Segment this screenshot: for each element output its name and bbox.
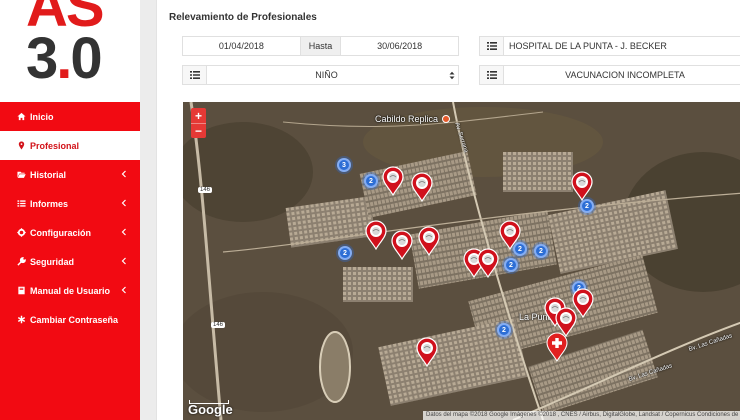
marker-cluster[interactable]: 2 (534, 244, 548, 258)
folder-open-icon (16, 170, 26, 180)
patient-pin-icon[interactable] (365, 220, 387, 250)
sidebar-nav: Inicio Profesional Historial Informes Co… (0, 102, 140, 420)
page-title: Relevamiento de Profesionales (169, 12, 317, 23)
chevron-left-icon (121, 257, 126, 265)
place-marker-icon (442, 115, 450, 123)
hospital-select[interactable]: HOSPITAL DE LA PUNTA - J. BECKER (479, 36, 740, 56)
home-icon (16, 112, 26, 122)
logo-line-2: 3.0 (26, 26, 103, 91)
hospital-pin-icon[interactable] (546, 332, 568, 362)
sidebar-item-informes[interactable]: Informes (0, 189, 140, 218)
sidebar-item-label: Informes (30, 198, 69, 209)
list-icon (480, 37, 504, 55)
select-arrows-icon (446, 66, 458, 84)
condition-select[interactable]: VACUNACION INCOMPLETA (479, 65, 740, 85)
sidebar-item-label: Configuración (30, 227, 91, 238)
cog-icon (16, 228, 26, 238)
map-marker-icon (16, 141, 26, 151)
sidebar-item-label: Cambiar Contraseña (30, 314, 119, 325)
condition-value: VACUNACION INCOMPLETA (565, 70, 685, 80)
marker-cluster[interactable]: 2 (504, 258, 518, 272)
list-icon (183, 66, 207, 84)
date-from-input[interactable]: 01/04/2018 (183, 41, 300, 51)
chevron-left-icon (121, 228, 126, 236)
marker-cluster[interactable]: 2 (338, 246, 352, 260)
marker-cluster[interactable]: 3 (337, 158, 351, 172)
map-attribution: Datos del mapa ©2018 Google Imágenes ©20… (423, 411, 740, 420)
road-badge-146: 146 (198, 187, 213, 193)
patient-pin-icon[interactable] (411, 172, 433, 202)
sidebar-item-manual[interactable]: Manual de Usuario (0, 276, 140, 305)
hasta-label: Hasta (299, 37, 342, 55)
sidebar-item-label: Profesional (30, 140, 80, 151)
chevron-left-icon (121, 286, 126, 294)
date-to-input[interactable]: 30/06/2018 (341, 41, 458, 51)
sidebar-item-configuracion[interactable]: Configuración (0, 218, 140, 247)
patient-pin-icon[interactable] (391, 230, 413, 260)
zoom-controls: + − (191, 108, 206, 138)
sidebar: AS 3.0 Inicio Profesional Historial Info… (0, 0, 140, 420)
patient-pin-icon[interactable] (418, 226, 440, 256)
zoom-in-button[interactable]: + (191, 108, 206, 123)
zoom-out-button[interactable]: − (191, 123, 206, 138)
sidebar-item-historial[interactable]: Historial (0, 160, 140, 189)
date-range-group: 01/04/2018 Hasta 30/06/2018 (182, 36, 459, 56)
chevron-left-icon (121, 199, 126, 207)
patient-pin-icon[interactable] (416, 337, 438, 367)
patient-pin-icon[interactable] (499, 220, 521, 250)
patient-pin-icon[interactable] (477, 248, 499, 278)
hospital-select-value: HOSPITAL DE LA PUNTA - J. BECKER (509, 41, 667, 51)
age-group-value: NIÑO (315, 70, 338, 80)
main-content: Relevamiento de Profesionales 01/04/2018… (140, 0, 740, 420)
relevamiento-panel: Relevamiento de Profesionales 01/04/2018… (156, 0, 740, 420)
patient-pin-icon[interactable] (382, 166, 404, 196)
list-icon (16, 199, 26, 209)
book-icon (16, 286, 26, 296)
sidebar-item-seguridad[interactable]: Seguridad (0, 247, 140, 276)
google-logo: Google (188, 402, 233, 417)
road-badge-146: 146 (211, 322, 226, 328)
sidebar-item-label: Seguridad (30, 256, 75, 267)
marker-cluster[interactable]: 2 (580, 199, 594, 213)
sidebar-item-label: Inicio (30, 111, 54, 122)
place-label-cabildo: Cabildo Replica (375, 114, 439, 124)
sidebar-item-profesional[interactable]: Profesional (0, 131, 140, 160)
logo: AS 3.0 (0, 0, 140, 102)
sidebar-item-label: Historial (30, 169, 67, 180)
wrench-icon (16, 257, 26, 267)
patient-pin-icon[interactable] (571, 171, 593, 201)
app-window: AS 3.0 Inicio Profesional Historial Info… (0, 0, 740, 420)
asterisk-icon (16, 315, 26, 325)
sidebar-item-inicio[interactable]: Inicio (0, 102, 140, 131)
marker-cluster[interactable]: 2 (364, 174, 378, 188)
marker-cluster[interactable]: 2 (497, 323, 511, 337)
age-group-select[interactable]: NIÑO (182, 65, 459, 85)
sidebar-item-label: Manual de Usuario (30, 285, 111, 296)
map-canvas[interactable]: + − Cabildo Replica La Punta 146 146 Av.… (183, 102, 740, 420)
chevron-left-icon (121, 170, 126, 178)
list-icon (480, 66, 504, 84)
sidebar-item-cambiar-contrasena[interactable]: Cambiar Contraseña (0, 305, 140, 334)
